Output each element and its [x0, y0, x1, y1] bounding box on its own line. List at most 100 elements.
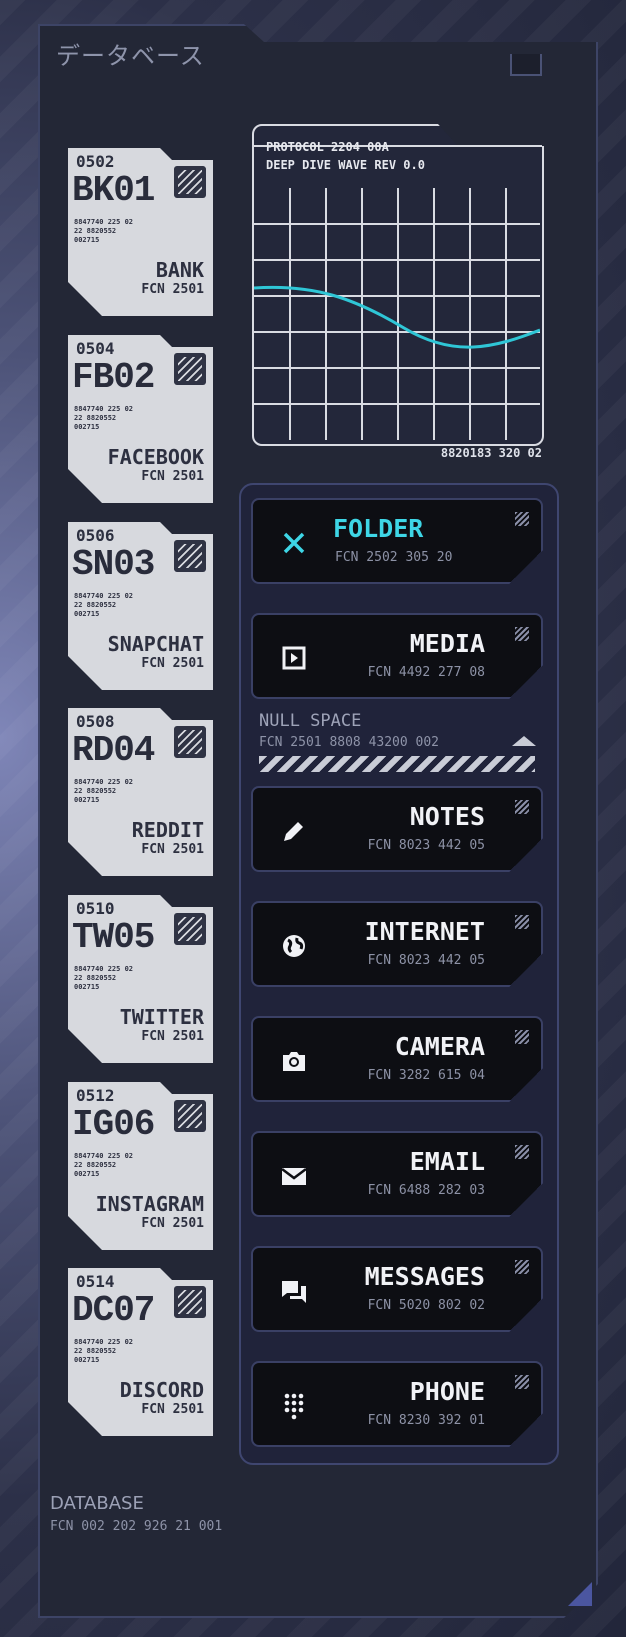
card-number: 0512 [76, 1086, 115, 1105]
card-twitter[interactable]: 0510 TW05 8847740 225 02 22 8820552 0027… [68, 895, 213, 1063]
database-code: FCN 002 202 926 21 001 [50, 1519, 223, 1534]
dialpad-icon [279, 1391, 309, 1421]
card-number: 0504 [76, 339, 115, 358]
card-fine-print: 8847740 225 02 22 8820552 002715 [74, 218, 134, 244]
phone-button[interactable]: PHONE FCN 8230 392 01 [251, 1361, 543, 1447]
folder-button[interactable]: FOLDER FCN 2502 305 20 [251, 498, 543, 584]
hatch-icon [174, 1286, 206, 1318]
card-name: SNAPCHAT [107, 632, 204, 656]
card-number: 0502 [76, 152, 115, 171]
card-fcn: FCN 2501 [141, 842, 204, 857]
chart-footer-code: 8820183 320 02 [440, 446, 542, 460]
card-fcn: FCN 2501 [141, 1402, 204, 1417]
card-snapchat[interactable]: 0506 SN03 8847740 225 02 22 8820552 0027… [68, 522, 213, 690]
card-facebook[interactable]: 0504 FB02 8847740 225 02 22 8820552 0027… [68, 335, 213, 503]
card-discord[interactable]: 0514 DC07 8847740 225 02 22 8820552 0027… [68, 1268, 213, 1436]
hatch-icon [174, 540, 206, 572]
card-fine-print: 8847740 225 02 22 8820552 002715 [74, 965, 134, 991]
hatch-icon [515, 1145, 529, 1159]
triangle-up-icon[interactable] [512, 736, 536, 746]
hatch-icon [515, 627, 529, 641]
card-fcn: FCN 2501 [141, 656, 204, 671]
hatch-icon [515, 512, 529, 526]
notes-label: NOTES [409, 802, 485, 831]
card-fcn: FCN 2501 [141, 282, 204, 297]
card-number: 0510 [76, 899, 115, 918]
card-code: RD04 [72, 730, 155, 771]
hatch-icon [515, 1260, 529, 1274]
media-code: FCN 4492 277 08 [367, 665, 485, 680]
notes-button[interactable]: NOTES FCN 8023 442 05 [251, 786, 543, 872]
card-number: 0514 [76, 1272, 115, 1291]
wave-chart-grid [254, 188, 540, 440]
mail-icon [279, 1161, 309, 1191]
card-fine-print: 8847740 225 02 22 8820552 002715 [74, 592, 134, 618]
camera-code: FCN 3282 615 04 [367, 1068, 485, 1083]
null-space-code: FCN 2501 8808 43200 002 [259, 735, 440, 750]
card-name: REDDIT [131, 818, 204, 842]
card-code: TW05 [72, 917, 155, 958]
hatch-icon [515, 915, 529, 929]
camera-button[interactable]: CAMERA FCN 3282 615 04 [251, 1016, 543, 1102]
card-number: 0506 [76, 526, 115, 545]
card-fcn: FCN 2501 [141, 469, 204, 484]
play-icon [279, 643, 309, 673]
messages-code: FCN 5020 802 02 [367, 1298, 485, 1313]
internet-code: FCN 8023 442 05 [367, 953, 485, 968]
notes-code: FCN 8023 442 05 [367, 838, 485, 853]
card-name: BANK [155, 258, 204, 282]
card-name: TWITTER [119, 1005, 204, 1029]
globe-icon [279, 931, 309, 961]
phone-code: FCN 8230 392 01 [367, 1413, 485, 1428]
internet-label: INTERNET [364, 917, 485, 946]
card-name: DISCORD [119, 1378, 204, 1402]
card-fine-print: 8847740 225 02 22 8820552 002715 [74, 1152, 134, 1178]
pencil-icon [279, 816, 309, 846]
card-bank[interactable]: 0502 BK01 8847740 225 02 22 8820552 0027… [68, 148, 213, 316]
card-number: 0508 [76, 712, 115, 731]
phone-label: PHONE [409, 1377, 485, 1406]
email-button[interactable]: EMAIL FCN 6488 282 03 [251, 1131, 543, 1217]
card-code: IG06 [72, 1104, 155, 1145]
messages-label: MESSAGES [364, 1262, 485, 1291]
media-button[interactable]: MEDIA FCN 4492 277 08 [251, 613, 543, 699]
email-label: EMAIL [409, 1147, 485, 1176]
media-label: MEDIA [409, 629, 485, 658]
null-space-hatch-bar [259, 756, 535, 772]
card-fcn: FCN 2501 [141, 1029, 204, 1044]
internet-button[interactable]: INTERNET FCN 8023 442 05 [251, 901, 543, 987]
hatch-icon [174, 353, 206, 385]
folder-code: FCN 2502 305 20 [335, 550, 453, 565]
card-fine-print: 8847740 225 02 22 8820552 002715 [74, 1338, 134, 1364]
email-code: FCN 6488 282 03 [367, 1183, 485, 1198]
card-instagram[interactable]: 0512 IG06 8847740 225 02 22 8820552 0027… [68, 1082, 213, 1250]
chart-wave-label: DEEP DIVE WAVE REV 0.0 [266, 158, 425, 172]
card-fine-print: 8847740 225 02 22 8820552 002715 [74, 778, 134, 804]
messages-button[interactable]: MESSAGES FCN 5020 802 02 [251, 1246, 543, 1332]
panel-notch [510, 54, 542, 76]
chart-protocol-label: PROTOCOL 2204 00A [266, 140, 389, 154]
card-fcn: FCN 2501 [141, 1216, 204, 1231]
null-space-title: NULL SPACE [259, 711, 362, 731]
camera-icon [279, 1046, 309, 1076]
camera-label: CAMERA [394, 1032, 485, 1061]
card-name: INSTAGRAM [95, 1192, 204, 1216]
card-name: FACEBOOK [107, 445, 204, 469]
hatch-icon [515, 800, 529, 814]
panel-corner-accent [568, 1582, 592, 1606]
hatch-icon [174, 166, 206, 198]
card-reddit[interactable]: 0508 RD04 8847740 225 02 22 8820552 0027… [68, 708, 213, 876]
panel-title: データベース [56, 42, 205, 70]
hatch-icon [515, 1375, 529, 1389]
card-code: BK01 [72, 170, 155, 211]
grid-lines [254, 188, 540, 440]
hatch-icon [174, 726, 206, 758]
card-code: DC07 [72, 1290, 155, 1331]
card-code: FB02 [72, 357, 155, 398]
hatch-icon [515, 1030, 529, 1044]
card-code: SN03 [72, 544, 155, 585]
chat-icon [279, 1276, 309, 1306]
folder-label: FOLDER [333, 514, 424, 543]
hatch-icon [174, 913, 206, 945]
hatch-icon [174, 1100, 206, 1132]
